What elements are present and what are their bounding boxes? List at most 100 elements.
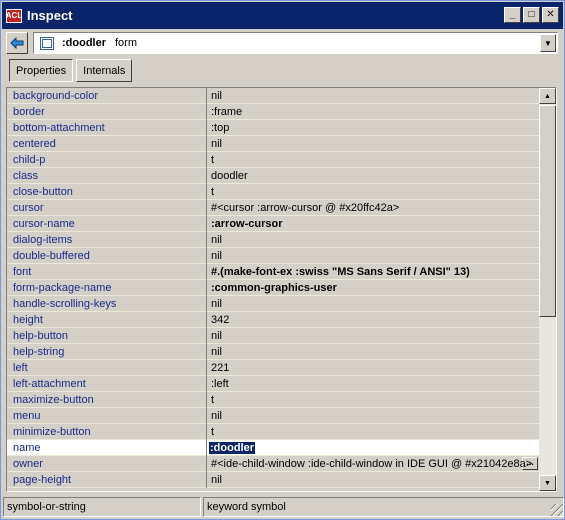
property-value[interactable]: doodler xyxy=(207,168,539,183)
property-row[interactable]: minimize-button t xyxy=(7,424,539,440)
property-value[interactable]: t xyxy=(207,424,539,439)
property-name[interactable]: double-buffered xyxy=(7,248,206,263)
property-name[interactable]: background-color xyxy=(7,88,206,103)
property-value[interactable]: nil xyxy=(207,136,539,151)
property-value[interactable]: nil xyxy=(207,472,539,487)
property-name[interactable]: maximize-button xyxy=(7,392,206,407)
property-row[interactable]: centered nil xyxy=(7,136,539,152)
property-name[interactable]: menu xyxy=(7,408,206,423)
title-bar[interactable]: ACL Inspect _ □ ✕ xyxy=(2,2,563,29)
property-grid: background-color nil border:frame bottom-at… xyxy=(6,87,557,492)
property-value[interactable]: :doodler... xyxy=(207,440,539,470)
close-button[interactable]: ✕ xyxy=(542,7,559,23)
property-name[interactable]: name xyxy=(7,440,206,455)
property-name[interactable]: height xyxy=(7,312,206,327)
property-row[interactable]: help-button nil xyxy=(7,328,539,344)
property-name[interactable]: minimize-button xyxy=(7,424,206,439)
back-arrow-icon xyxy=(10,37,24,49)
property-value[interactable]: :top xyxy=(207,120,539,135)
property-row[interactable]: owner #<ide-child-window :ide-child-windo… xyxy=(7,456,539,472)
property-name[interactable]: handle-scrolling-keys xyxy=(7,296,206,311)
property-name[interactable]: class xyxy=(7,168,206,183)
property-value[interactable]: :frame xyxy=(207,104,539,119)
property-row[interactable]: double-buffered nil xyxy=(7,248,539,264)
tab-internals[interactable]: Internals xyxy=(76,59,133,82)
property-value[interactable]: :common-graphics-user xyxy=(207,280,539,295)
resize-grip-icon[interactable] xyxy=(551,504,563,516)
property-row[interactable]: handle-scrolling-keys nil xyxy=(7,296,539,312)
property-row[interactable]: form-package-name:common-graphics-user xyxy=(7,280,539,296)
property-name[interactable]: font xyxy=(7,264,206,279)
property-name[interactable]: centered xyxy=(7,136,206,151)
chevron-down-icon[interactable]: ▼ xyxy=(540,34,556,52)
property-row[interactable]: cursor #<cursor :arrow-cursor @ #x20ffc42… xyxy=(7,200,539,216)
property-row[interactable]: child-p t xyxy=(7,152,539,168)
scroll-down-icon[interactable]: ▼ xyxy=(539,475,556,491)
property-row[interactable]: maximize-button t xyxy=(7,392,539,408)
status-type: symbol-or-string xyxy=(3,497,201,517)
property-name[interactable]: left-attachment xyxy=(7,376,206,391)
property-row[interactable]: height 342 xyxy=(7,312,539,328)
property-value[interactable]: 221 xyxy=(207,360,539,375)
property-name[interactable]: dialog-items xyxy=(7,232,206,247)
property-row[interactable]: menu nil xyxy=(7,408,539,424)
property-row[interactable]: help-string nil xyxy=(7,344,539,360)
property-row[interactable]: page-height nil xyxy=(7,472,539,488)
property-value[interactable]: t xyxy=(207,184,539,199)
property-value[interactable]: nil xyxy=(207,328,539,343)
property-row[interactable]: background-color nil xyxy=(7,88,539,104)
property-value[interactable]: :left xyxy=(207,376,539,391)
property-name[interactable]: page-height xyxy=(7,472,206,487)
inspector-tabs: Properties Internals xyxy=(9,59,133,82)
property-value-editor[interactable]: :doodler xyxy=(209,442,255,454)
property-name[interactable]: owner xyxy=(7,456,206,471)
back-button[interactable] xyxy=(6,32,28,54)
property-row[interactable]: font #.(make-font-ex :swiss "MS Sans Seri… xyxy=(7,264,539,280)
property-name[interactable]: left xyxy=(7,360,206,375)
property-value[interactable]: nil xyxy=(207,88,539,103)
property-name[interactable]: help-string xyxy=(7,344,206,359)
property-value[interactable]: nil xyxy=(207,232,539,247)
property-row[interactable]: close-button t xyxy=(7,184,539,200)
property-name[interactable]: bottom-attachment xyxy=(7,120,206,135)
property-value[interactable]: nil xyxy=(207,248,539,263)
property-row[interactable]: class doodler xyxy=(7,168,539,184)
property-value[interactable]: t xyxy=(207,392,539,407)
property-row[interactable]: cursor-name:arrow-cursor xyxy=(7,216,539,232)
property-name[interactable]: close-button xyxy=(7,184,206,199)
app-icon[interactable]: ACL xyxy=(6,8,22,23)
property-row[interactable]: name:doodler... xyxy=(7,440,539,470)
property-value[interactable]: #<ide-child-window :ide-child-window in … xyxy=(207,456,539,471)
property-value[interactable]: nil xyxy=(207,344,539,359)
object-name: :doodler xyxy=(62,37,106,49)
inspected-object-combo[interactable]: :doodler form ▼ xyxy=(33,32,558,54)
status-bar: symbol-or-string keyword symbol xyxy=(3,497,564,517)
property-value[interactable]: #<cursor :arrow-cursor @ #x20ffc42a> xyxy=(207,200,539,215)
property-name[interactable]: child-p xyxy=(7,152,206,167)
property-row[interactable]: dialog-items nil xyxy=(7,232,539,248)
property-name[interactable]: cursor xyxy=(7,200,206,215)
property-value[interactable]: nil xyxy=(207,408,539,423)
property-value[interactable]: :arrow-cursor xyxy=(207,216,539,231)
property-row[interactable]: left 221 xyxy=(7,360,539,376)
property-name[interactable]: help-button xyxy=(7,328,206,343)
window-title: Inspect xyxy=(27,8,73,23)
property-value[interactable]: t xyxy=(207,152,539,167)
maximize-button[interactable]: □ xyxy=(523,7,540,23)
window-controls: _ □ ✕ xyxy=(504,7,559,23)
property-name[interactable]: border xyxy=(7,104,206,119)
vertical-scrollbar[interactable]: ▲ ▼ xyxy=(539,88,556,491)
tab-properties[interactable]: Properties xyxy=(9,59,74,82)
minimize-button[interactable]: _ xyxy=(504,7,521,23)
scroll-thumb[interactable] xyxy=(539,105,556,317)
property-row[interactable]: bottom-attachment:top xyxy=(7,120,539,136)
property-name[interactable]: cursor-name xyxy=(7,216,206,231)
property-name[interactable]: form-package-name xyxy=(7,280,206,295)
property-row[interactable]: left-attachment:left xyxy=(7,376,539,392)
property-value[interactable]: #.(make-font-ex :swiss "MS Sans Serif / … xyxy=(207,264,539,279)
property-value[interactable]: nil xyxy=(207,296,539,311)
toolbar: :doodler form ▼ xyxy=(6,32,558,54)
property-value[interactable]: 342 xyxy=(207,312,539,327)
scroll-up-icon[interactable]: ▲ xyxy=(539,88,556,104)
property-row[interactable]: border:frame xyxy=(7,104,539,120)
